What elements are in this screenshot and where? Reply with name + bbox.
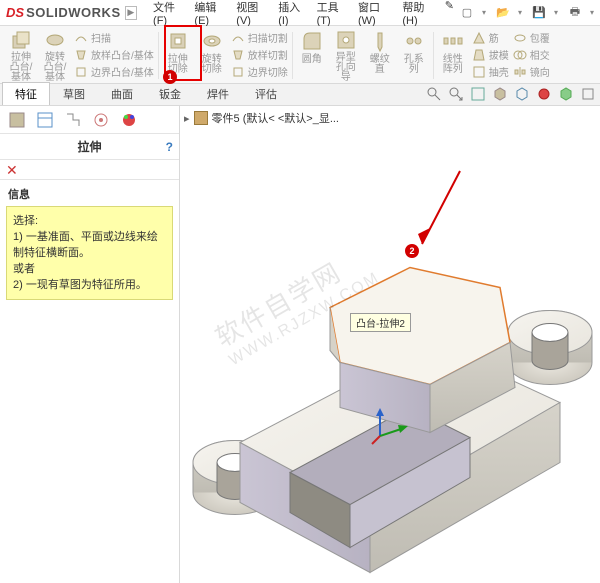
menu-search-icon[interactable]: ✎: [441, 0, 458, 29]
panel-tab-feature-tree-icon[interactable]: [8, 111, 26, 129]
origin-triad: [370, 406, 410, 446]
render-icon[interactable]: [558, 86, 574, 102]
cmd-linear-pattern[interactable]: 线性阵列: [436, 28, 470, 83]
scene-icon[interactable]: [536, 86, 552, 102]
cmd-extrude[interactable]: 拉伸凸台/基体: [4, 28, 38, 83]
face-tooltip: 凸台-拉伸2: [350, 313, 411, 332]
breadcrumb: ▸ 零件5 (默认< <默认>_显...: [184, 110, 339, 126]
ribbon-stack-sweep: 扫描 放样凸台/基体 边界凸台/基体: [72, 28, 156, 83]
tab-surface[interactable]: 曲面: [98, 82, 146, 105]
linear-pattern-icon: [440, 28, 466, 54]
panel-title-text: 拉伸: [77, 138, 101, 155]
annotation-marker-2: 2: [405, 244, 419, 258]
restart-icon[interactable]: ▶: [125, 6, 137, 20]
title-quick-icons: ▢▾ 📂▾ 💾▾ 🖶▾: [458, 4, 594, 22]
ribbon: 拉伸凸台/基体 旋转凸台/基体 扫描 放样凸台/基体 边界凸台/基体 拉伸切除 …: [0, 26, 600, 84]
print-icon[interactable]: 🖶: [566, 4, 584, 22]
cmd-hole-wizard[interactable]: 异型孔向导: [329, 28, 363, 83]
panel-info-label: 信息: [0, 180, 179, 204]
cmd-wrap[interactable]: 包覆: [513, 30, 550, 45]
tab-evaluate[interactable]: 评估: [242, 82, 290, 105]
menu-window[interactable]: 窗口(W): [354, 0, 394, 29]
panel-tab-dimxpert-icon[interactable]: [92, 111, 110, 129]
tab-sheetmetal[interactable]: 钣金: [146, 82, 194, 105]
info-line-4: 2) 一现有草图为特征所用。: [13, 277, 166, 293]
info-line-3: 或者: [13, 261, 166, 277]
cmd-intersect[interactable]: 相交: [513, 47, 550, 62]
main-area: 拉伸 ? ✕ 信息 选择: 1) 一基准面、平面或边线来绘制特征横断面。 或者 …: [0, 106, 600, 583]
menu-help[interactable]: 帮助(H): [398, 0, 436, 29]
display-style-icon[interactable]: [492, 86, 508, 102]
panel-tab-row: [0, 106, 179, 134]
breadcrumb-arrow-icon[interactable]: ▸: [184, 112, 190, 125]
zoom-icon[interactable]: [426, 86, 442, 102]
tab-sketch[interactable]: 草图: [50, 82, 98, 105]
panel-tab-appearance-icon[interactable]: [120, 111, 138, 129]
cmd-rib[interactable]: 筋: [472, 30, 509, 45]
menu-insert[interactable]: 插入(I): [274, 0, 308, 29]
panel-cancel[interactable]: ✕: [0, 160, 179, 180]
screw-icon: [367, 28, 393, 54]
hide-show-icon[interactable]: [580, 86, 596, 102]
info-line-1: 选择:: [13, 213, 166, 229]
ribbon-stack-cut: 扫描切割 放样切割 边界切除: [229, 28, 290, 83]
cmd-shell[interactable]: 抽壳: [472, 64, 509, 79]
zoom-fit-icon[interactable]: [448, 86, 464, 102]
cmd-sweep[interactable]: 扫描: [74, 30, 154, 45]
open-icon[interactable]: 📂: [494, 4, 512, 22]
view-toolbar: [426, 86, 596, 102]
cmd-loft[interactable]: 放样凸台/基体: [74, 47, 154, 62]
cmd-hole-series[interactable]: 孔系列: [397, 28, 431, 83]
extrude-icon: [8, 28, 34, 52]
menu-view[interactable]: 视图(V): [232, 0, 270, 29]
part-icon: [194, 111, 208, 125]
ribbon-stack-misc2: 包覆 相交 镜向: [511, 28, 552, 83]
save-icon[interactable]: 💾: [530, 4, 548, 22]
viewport[interactable]: ▸ 零件5 (默认< <默认>_显...: [180, 106, 600, 583]
cmd-boundary-cut[interactable]: 边界切除: [231, 64, 288, 79]
hole-wizard-icon: [333, 28, 359, 52]
cmd-mirror[interactable]: 镜向: [513, 64, 550, 79]
section-icon[interactable]: [514, 86, 530, 102]
fillet-icon: [299, 28, 325, 54]
ribbon-tabs: 特征 草图 曲面 钣金 焊件 评估: [0, 84, 600, 106]
feature-panel: 拉伸 ? ✕ 信息 选择: 1) 一基准面、平面或边线来绘制特征横断面。 或者 …: [0, 106, 180, 583]
cmd-boundary[interactable]: 边界凸台/基体: [74, 64, 154, 79]
cmd-draft[interactable]: 拔模: [472, 47, 509, 62]
revolve-cut-icon: [199, 28, 225, 54]
cmd-screw[interactable]: 螺纹直: [363, 28, 397, 83]
panel-tab-property-icon[interactable]: [36, 111, 54, 129]
breadcrumb-text[interactable]: 零件5 (默认< <默认>_显...: [212, 110, 339, 126]
logo-ds: DS: [6, 5, 24, 20]
panel-tab-config-icon[interactable]: [64, 111, 82, 129]
revolve-icon: [42, 28, 68, 52]
hole-series-icon: [401, 28, 427, 54]
new-icon[interactable]: ▢: [458, 4, 476, 22]
panel-title: 拉伸 ?: [0, 134, 179, 160]
cmd-fillet[interactable]: 圆角: [295, 28, 329, 83]
annotation-arrow: [410, 166, 470, 256]
cmd-sweep-cut[interactable]: 扫描切割: [231, 30, 288, 45]
logo-solidworks: SOLIDWORKS: [26, 5, 121, 20]
ribbon-stack-misc: 筋 拔模 抽壳: [470, 28, 511, 83]
view-orient-icon[interactable]: [470, 86, 486, 102]
title-bar: DS SOLIDWORKS ▶ 文件(F) 编辑(E) 视图(V) 插入(I) …: [0, 0, 600, 26]
tab-feature[interactable]: 特征: [2, 82, 50, 105]
panel-info-box: 选择: 1) 一基准面、平面或边线来绘制特征横断面。 或者 2) 一现有草图为特…: [6, 206, 173, 300]
info-line-2: 1) 一基准面、平面或边线来绘制特征横断面。: [13, 229, 166, 261]
cmd-revolve[interactable]: 旋转凸台/基体: [38, 28, 72, 83]
model-view[interactable]: [180, 132, 600, 583]
panel-help-icon[interactable]: ?: [166, 140, 173, 154]
cmd-loft-cut[interactable]: 放样切割: [231, 47, 288, 62]
menu-tools[interactable]: 工具(T): [313, 0, 350, 29]
tab-weldment[interactable]: 焊件: [194, 82, 242, 105]
